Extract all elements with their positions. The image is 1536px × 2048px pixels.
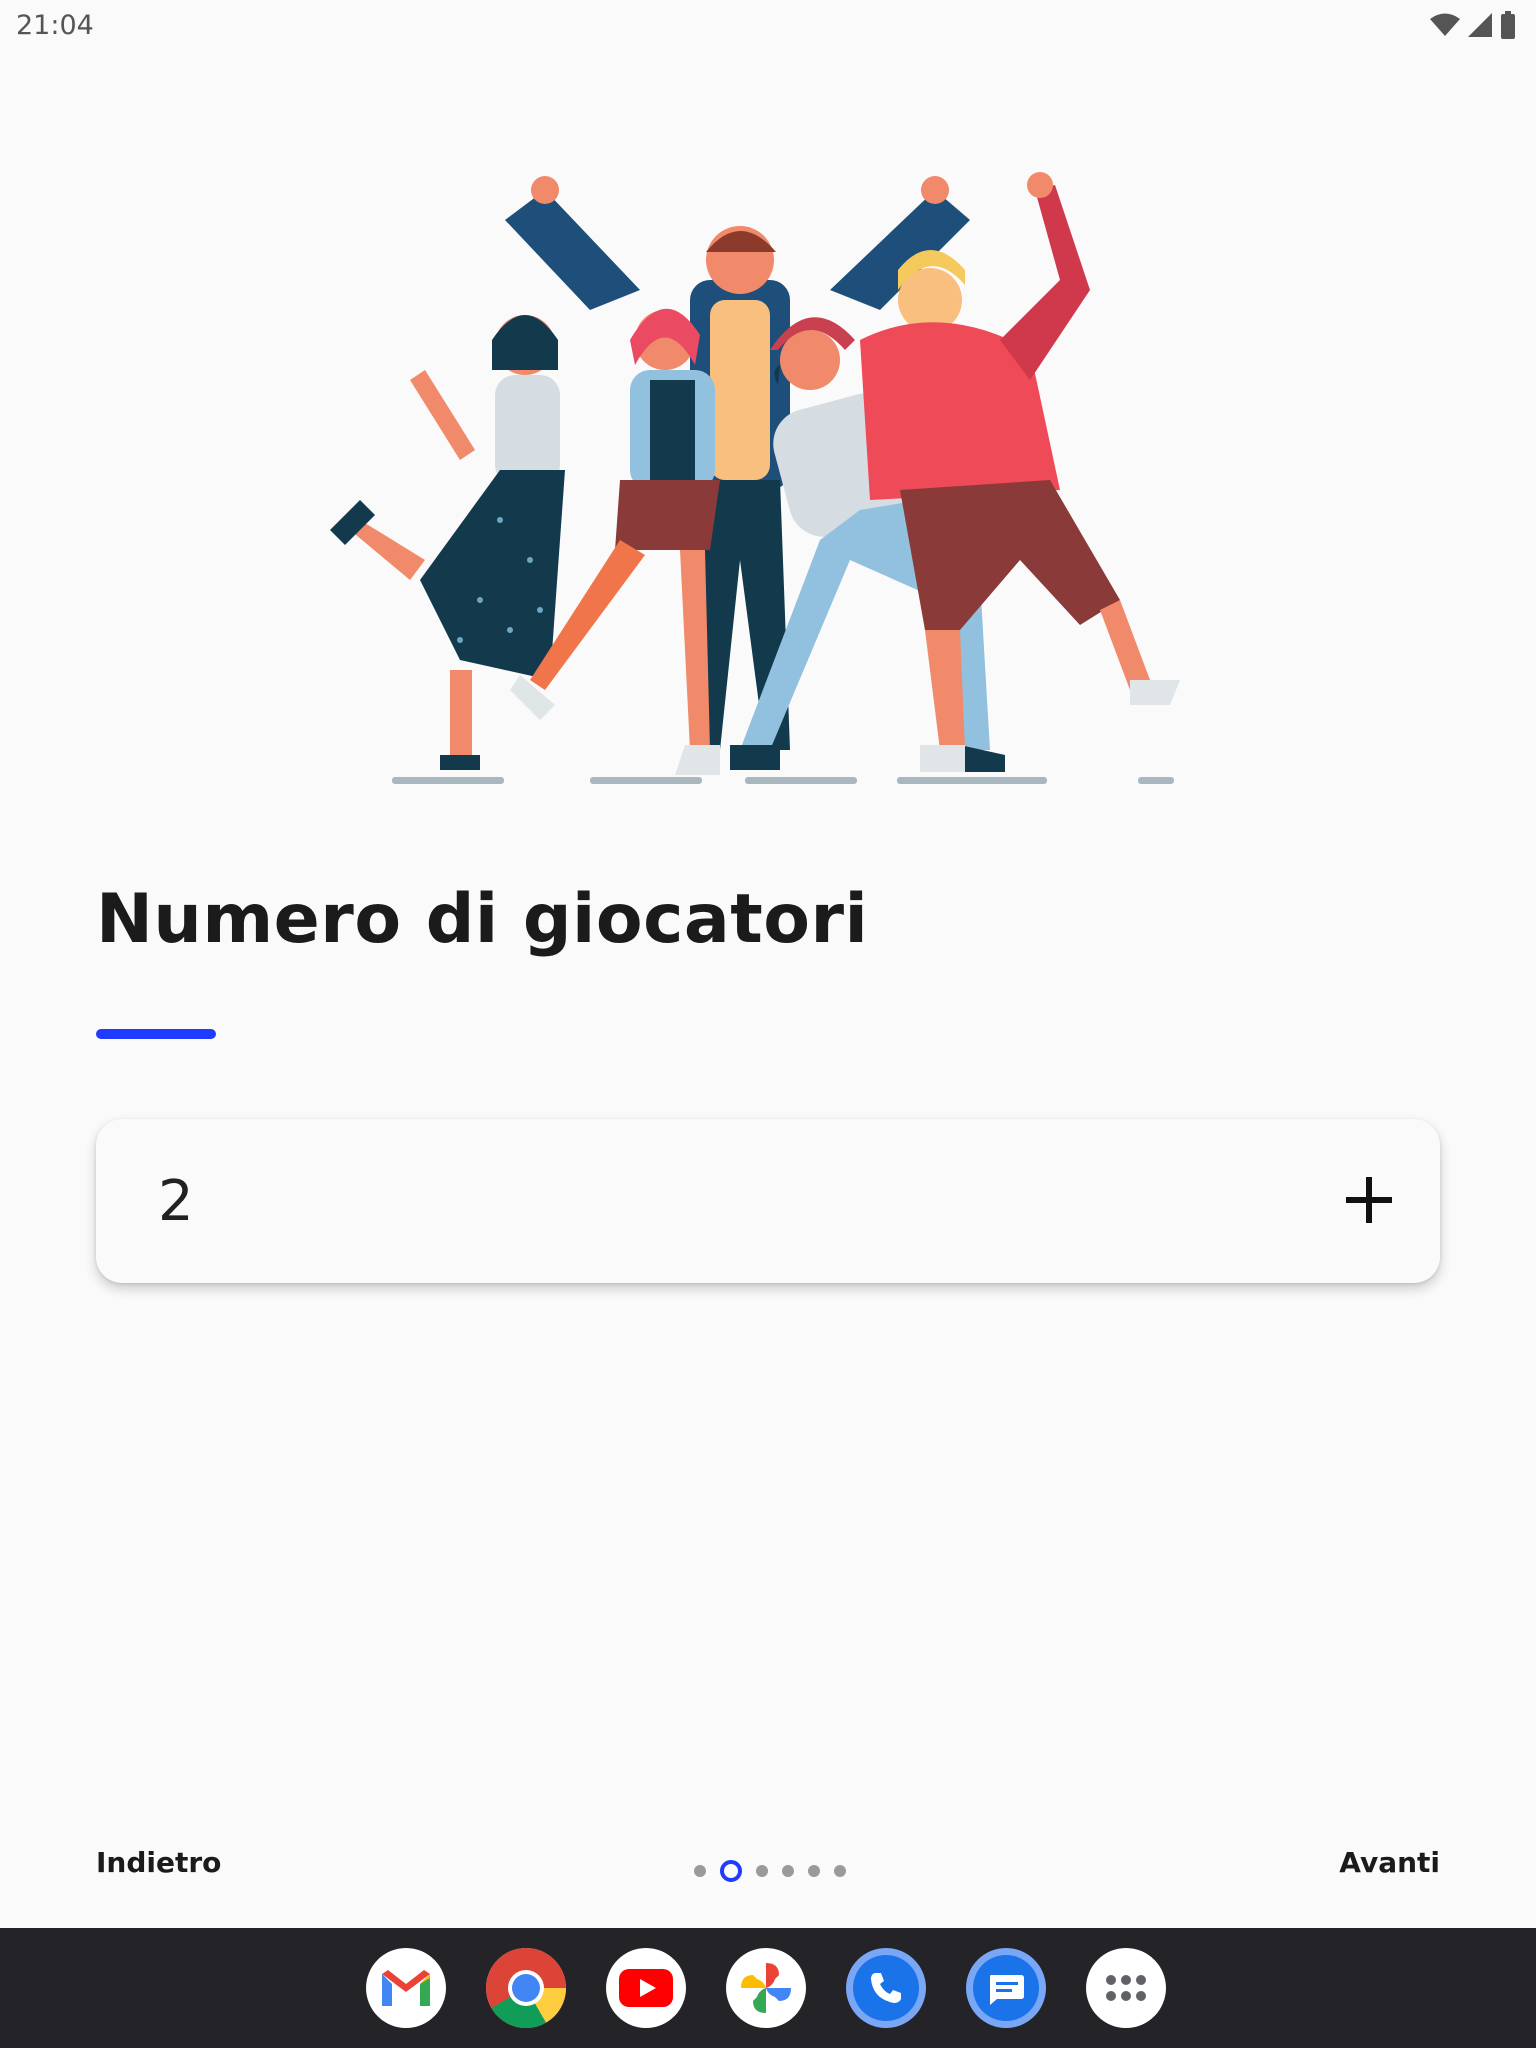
- phone-app[interactable]: [846, 1948, 926, 2028]
- battery-icon: [1501, 11, 1515, 39]
- wifi-icon: [1430, 13, 1460, 36]
- friends-illustration: [330, 172, 1180, 784]
- page-dot: [782, 1865, 794, 1877]
- page-dot: [694, 1865, 706, 1877]
- app-dock: [366, 1948, 1166, 2028]
- youtube-icon: [619, 1969, 673, 2007]
- phone-icon: [853, 1955, 919, 2021]
- messages-icon: [973, 1955, 1039, 2021]
- status-icons: [1430, 10, 1516, 40]
- page-dot: [808, 1865, 820, 1877]
- signal-icon: [1468, 13, 1492, 37]
- photos-app[interactable]: [726, 1948, 806, 2028]
- page-dot: [834, 1865, 846, 1877]
- next-button[interactable]: Avanti: [1339, 1846, 1440, 1879]
- youtube-app[interactable]: [606, 1948, 686, 2028]
- taskbar: [0, 1928, 1536, 2048]
- messages-app[interactable]: [966, 1948, 1046, 2028]
- chrome-app[interactable]: [486, 1948, 566, 2028]
- page-indicator: [694, 1860, 846, 1882]
- chrome-icon: [486, 1948, 566, 2028]
- increment-button[interactable]: [1340, 1171, 1400, 1231]
- page-title: Numero di giocatori: [96, 880, 869, 959]
- status-time: 21:04: [16, 10, 94, 41]
- back-button[interactable]: Indietro: [96, 1846, 221, 1879]
- page-dot: [756, 1865, 768, 1877]
- title-underline: [96, 1029, 216, 1039]
- player-count-stepper: 2: [96, 1119, 1440, 1283]
- gmail-icon: [382, 1970, 430, 2006]
- app-drawer-icon: [1106, 1975, 1146, 2001]
- player-count-value: 2: [158, 1169, 194, 1234]
- page-dot-active: [720, 1860, 742, 1882]
- gmail-app[interactable]: [366, 1948, 446, 2028]
- status-bar: 21:04: [0, 0, 1536, 50]
- app-drawer-button[interactable]: [1086, 1948, 1166, 2028]
- photos-icon: [741, 1963, 791, 2013]
